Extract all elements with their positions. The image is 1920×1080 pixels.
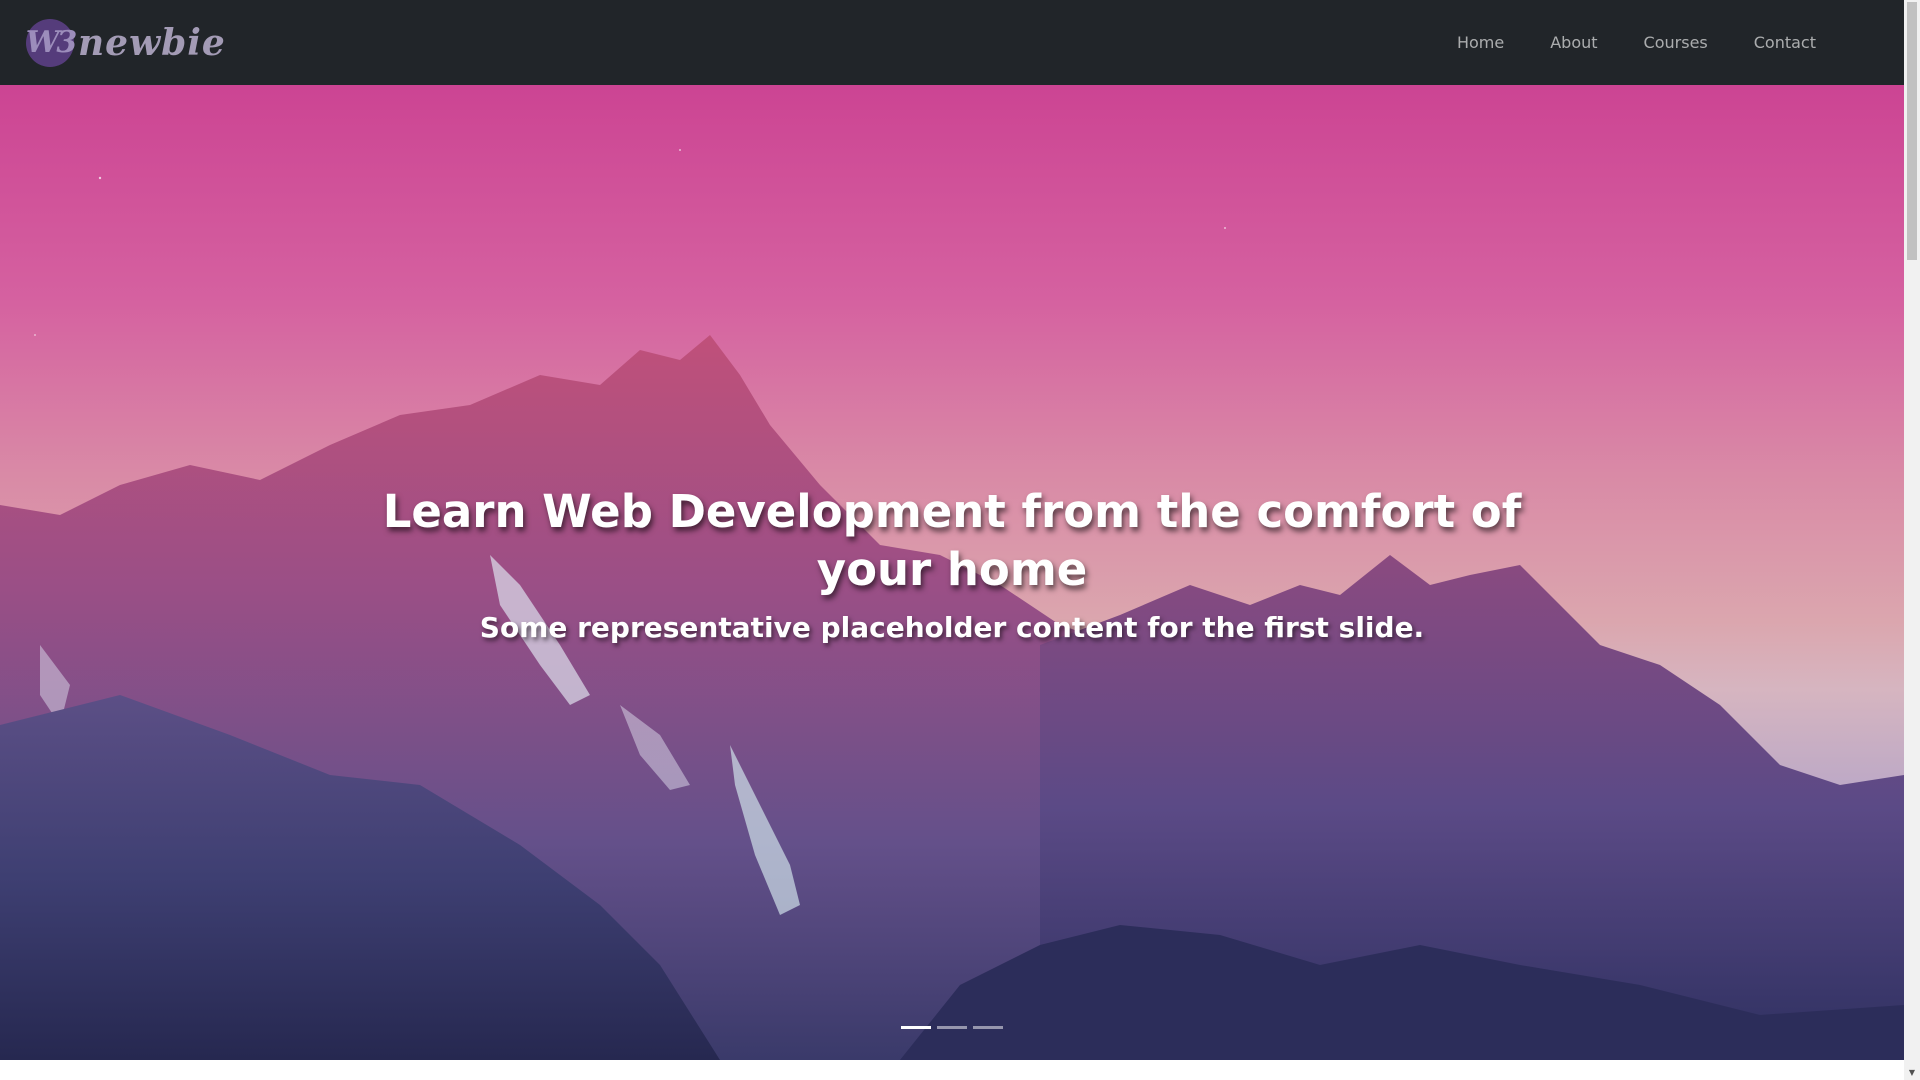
navbar: W3 newbie Home About Courses Contact <box>0 0 1904 85</box>
carousel-indicator-3[interactable] <box>973 1020 1003 1035</box>
carousel-indicator-2[interactable] <box>937 1020 967 1035</box>
brand-name: newbie <box>78 21 226 64</box>
nav-links: Home About Courses Contact <box>1434 25 1839 60</box>
nav-link-home[interactable]: Home <box>1434 25 1527 60</box>
hero-subtitle: Some representative placeholder content … <box>479 611 1425 644</box>
page: W3 newbie Home About Courses Contact Lea… <box>0 0 1904 1080</box>
carousel-indicator-1[interactable] <box>901 1020 931 1035</box>
nav-link-about[interactable]: About <box>1527 25 1620 60</box>
scroll-down-arrow-icon[interactable]: ▼ <box>1904 1064 1920 1080</box>
nav-link-courses[interactable]: Courses <box>1621 25 1731 60</box>
brand-badge: W3 <box>26 18 77 67</box>
scrollbar-thumb[interactable] <box>1907 2 1917 260</box>
hero-carousel: Learn Web Development from the comfort o… <box>0 85 1904 1060</box>
carousel-indicators <box>0 1020 1904 1035</box>
brand-logo[interactable]: W3 newbie <box>26 18 226 67</box>
page-scrollbar[interactable]: ▼ <box>1904 0 1920 1080</box>
carousel-caption: Learn Web Development from the comfort o… <box>0 483 1904 644</box>
hero-title: Learn Web Development from the comfort o… <box>382 485 1522 596</box>
nav-link-contact[interactable]: Contact <box>1731 25 1839 60</box>
